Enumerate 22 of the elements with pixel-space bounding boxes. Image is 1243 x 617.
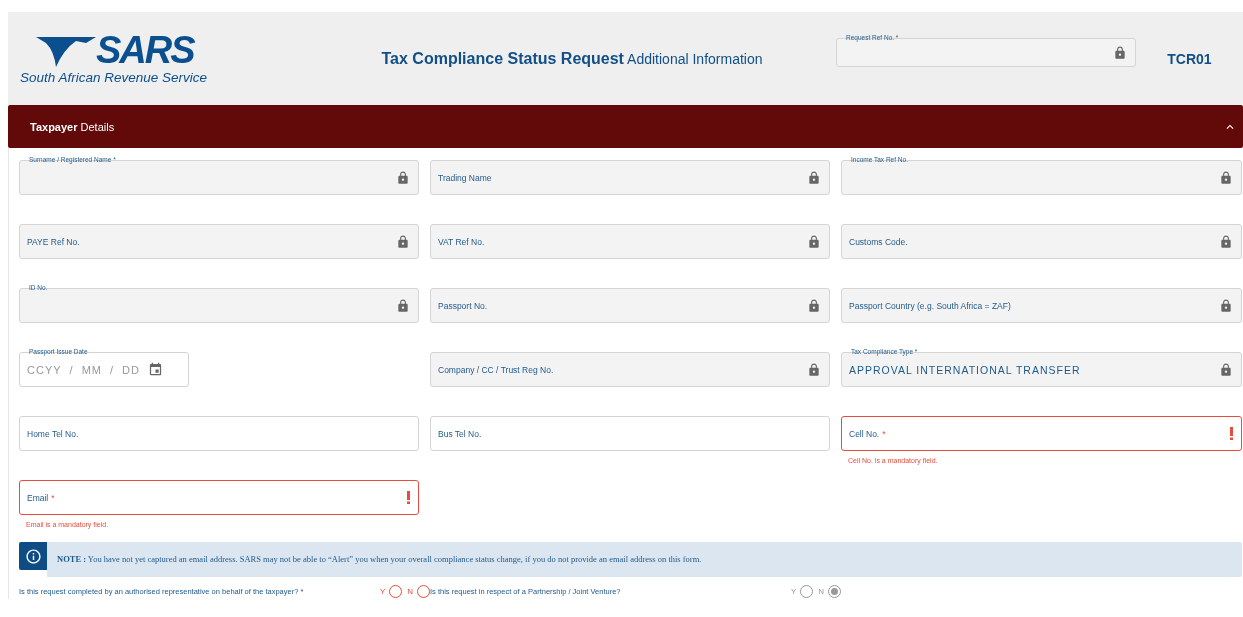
calendar-icon[interactable] [147, 362, 163, 377]
section-title: Taxpayer Details [30, 120, 115, 133]
input-field[interactable]: Home Tel No. [19, 416, 419, 451]
input-field[interactable]: Trading Name [430, 160, 830, 195]
input-field[interactable]: Email * [19, 480, 419, 515]
form-code: TCR01 [1166, 50, 1213, 67]
info-icon [19, 542, 47, 570]
input-field[interactable]: Bus Tel No. [430, 416, 830, 451]
section-bar[interactable]: Taxpayer Details [8, 105, 1243, 148]
input-field[interactable]: PAYE Ref No. [19, 224, 419, 259]
swoosh-icon [36, 36, 96, 67]
input-field[interactable]: Company / CC / Trust Reg No. [430, 352, 830, 387]
input-field[interactable]: Passport No. [430, 288, 830, 323]
error-icon [1230, 427, 1233, 440]
note-text: NOTE : You have not yet captured an email address. SARS may not be able to “Alert” you when your overall compliance status change, if you do not provide an email address on this form. [47, 542, 1242, 577]
input-field[interactable]: Cell No. * [841, 416, 1242, 451]
page-title: Tax Compliance Status Request Additional Information [380, 49, 764, 68]
input-field[interactable]: Passport Country (e.g. South Africa = ZAF) [841, 288, 1242, 323]
error-icon [407, 491, 410, 504]
input-field[interactable]: Customs Code. [841, 224, 1242, 259]
input-field[interactable]: VAT Ref No. [430, 224, 830, 259]
logo: SARS South African Revenue Service [19, 32, 209, 85]
